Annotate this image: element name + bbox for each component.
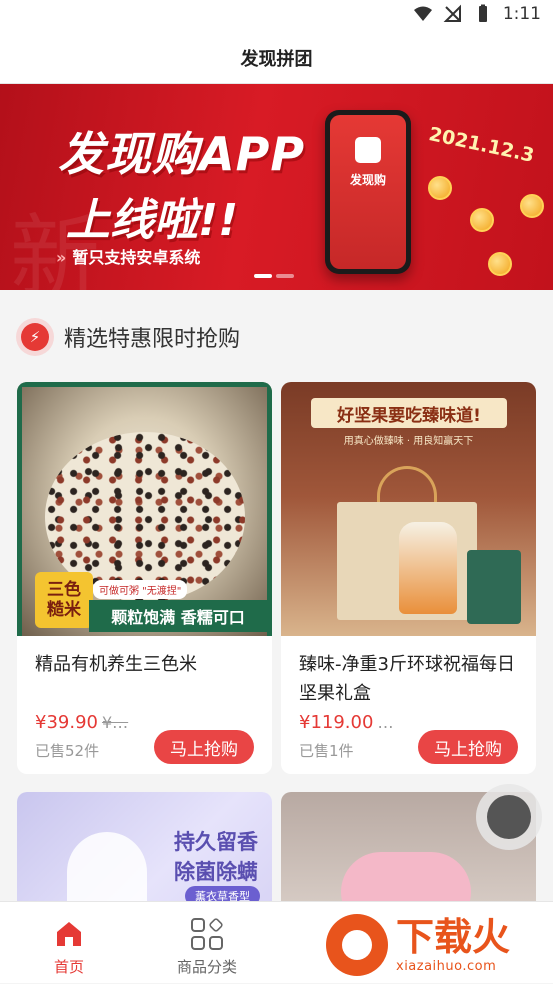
carousel-dot — [276, 274, 294, 278]
carousel-indicator — [254, 274, 294, 278]
tab-label: 商品分类 — [176, 958, 237, 976]
image-tip: 可做可粥 "无渡捏" — [93, 580, 188, 599]
coin-icon — [488, 252, 512, 276]
bottle-illustration — [67, 832, 147, 912]
product-image[interactable]: 好坚果要吃臻味道! 用真心做臻味 · 用良知赢天下 — [281, 382, 536, 636]
image-slogan: 颗粒饱满 香糯可口 — [89, 600, 267, 632]
app-logo-icon — [355, 137, 381, 163]
badge-line: 糙米 — [47, 600, 81, 620]
banner-headline: 发现购APP — [58, 127, 306, 181]
image-slogan: 用真心做臻味 · 用良知赢天下 — [343, 436, 474, 447]
section-title: 精选特惠限时抢购 — [64, 327, 241, 352]
product-name[interactable]: 臻味-净重3斤环球祝福每日坚果礼盒 — [299, 650, 521, 708]
grid-icon — [191, 917, 224, 950]
nut-pack-illustration — [399, 522, 457, 614]
signal-off-icon — [443, 4, 461, 22]
status-bar: 1:11 — [0, 0, 553, 32]
image-text-line: 持久留香 — [174, 830, 258, 854]
sold-count: 已售1件 — [299, 742, 354, 760]
sold-count: 已售52件 — [35, 742, 100, 760]
banner-date: 2021.12.3 — [426, 123, 537, 167]
current-price: ¥39.90 — [35, 712, 98, 733]
watermark: 下载火 xiazaihuo.com — [326, 906, 553, 983]
badge-line: 三色 — [47, 580, 81, 600]
product-image[interactable]: 三色 糙米 可做可粥 "无渡捏" 颗粒饱满 香糯可口 — [17, 382, 272, 636]
coin-icon — [470, 208, 494, 232]
home-icon — [57, 922, 81, 946]
product-name[interactable]: 精品有机养生三色米 — [35, 650, 257, 679]
customer-service-button[interactable] — [476, 784, 542, 850]
section-header: ⚡ 精选特惠限时抢购 — [16, 318, 240, 356]
image-headline: 好坚果要吃臻味道! — [311, 398, 507, 428]
product-card[interactable]: 持久留香 除菌除螨 薰衣草香型 — [17, 792, 272, 912]
current-price: ¥119.00 — [299, 712, 374, 733]
title-bar: 发现拼团 — [0, 32, 553, 84]
product-card[interactable]: 三色 糙米 可做可粥 "无渡捏" 颗粒饱满 香糯可口 精品有机养生三色米 ¥39… — [17, 382, 272, 774]
double-chevron-icon: » — [56, 248, 67, 267]
buy-now-button[interactable]: 马上抢购 — [418, 730, 518, 764]
carousel-dot — [254, 274, 272, 278]
phone-illustration: 发现购 — [325, 110, 411, 274]
original-price: ¥… — [101, 713, 129, 732]
phone-app-name: 发现购 — [349, 173, 386, 187]
promo-banner[interactable]: 新 发现购APP 上线啦!! » 暂只支持安卓系统 发现购 2021.12.3 — [0, 84, 553, 290]
coin-icon — [520, 194, 544, 218]
watermark-logo-icon — [326, 913, 388, 976]
flash-sale-icon: ⚡ — [16, 318, 54, 356]
original-price: … — [377, 713, 394, 732]
clock: 1:11 — [502, 4, 541, 24]
image-text-line: 除菌除螨 — [174, 860, 258, 884]
product-card[interactable]: 好坚果要吃臻味道! 用真心做臻味 · 用良知赢天下 臻味-净重3斤环球祝福每日坚… — [281, 382, 536, 774]
page-title: 发现拼团 — [240, 48, 313, 70]
headset-icon — [487, 795, 531, 839]
product-badge: 三色 糙米 — [35, 572, 93, 628]
product-image[interactable]: 持久留香 除菌除螨 薰衣草香型 — [17, 792, 272, 912]
watermark-brand: 下载火 — [396, 915, 511, 959]
product-price: ¥119.00… — [299, 712, 393, 733]
banner-tagline-text: 暂只支持安卓系统 — [72, 248, 201, 267]
watermark-url: xiazaihuo.com — [396, 959, 497, 974]
tab-label: 首页 — [53, 958, 84, 976]
banner-subline: 上线啦!! — [66, 195, 239, 246]
wifi-icon — [413, 6, 432, 21]
banner-tagline: » 暂只支持安卓系统 — [56, 244, 200, 268]
tab-home[interactable]: 首页 — [0, 902, 138, 984]
green-pack-illustration — [467, 550, 521, 624]
product-price: ¥39.90 ¥… — [35, 712, 128, 733]
coin-icon — [428, 176, 452, 200]
battery-icon — [478, 4, 487, 22]
buy-now-button[interactable]: 马上抢购 — [154, 730, 254, 764]
tab-categories[interactable]: 商品分类 — [138, 902, 276, 984]
